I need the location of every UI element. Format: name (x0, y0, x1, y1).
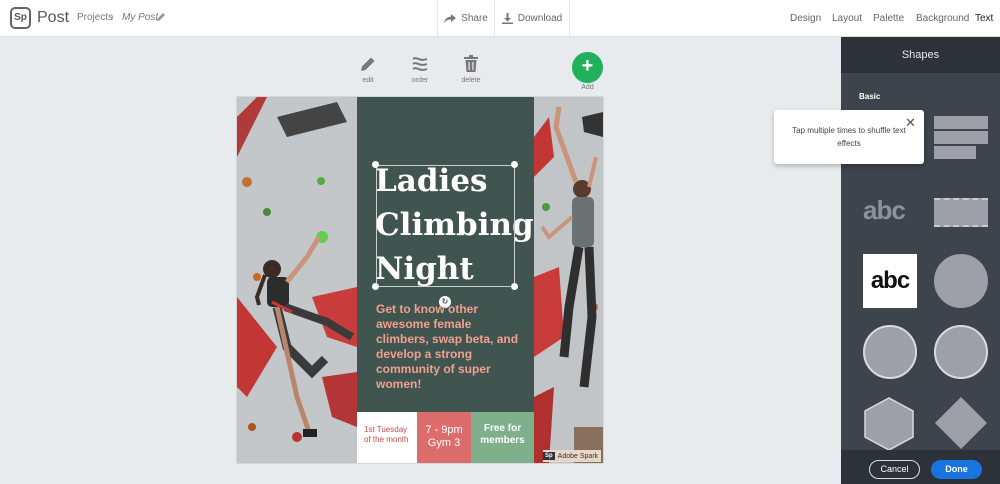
close-icon[interactable]: ✕ (905, 115, 916, 131)
order-label: order (411, 77, 429, 84)
shape-diamond[interactable] (934, 396, 988, 450)
nav-layout[interactable]: Layout (832, 13, 862, 24)
post-canvas[interactable]: Ladies Climbing Night ↻ Get to know othe… (237, 97, 603, 463)
edit-label: edit (362, 77, 374, 84)
order-tool[interactable]: order (405, 55, 435, 84)
share-button[interactable]: Share (438, 0, 494, 37)
download-label: Download (517, 13, 563, 24)
resize-handle[interactable] (372, 283, 379, 290)
plus-icon: + (581, 55, 594, 77)
order-icon (412, 57, 428, 71)
spark-logo: Sp (543, 452, 555, 460)
resize-handle[interactable] (511, 283, 518, 290)
shape-text-box[interactable]: abc (863, 254, 917, 308)
time-cell[interactable]: 7 - 9pm Gym 3 (417, 412, 471, 463)
pencil-icon[interactable] (155, 11, 167, 23)
resize-handle[interactable] (511, 161, 518, 168)
bar-shape (934, 116, 988, 129)
shape-banner[interactable] (934, 198, 988, 227)
share-label: Share (461, 13, 488, 24)
day-cell[interactable]: 1st Tuesday of the month (357, 412, 417, 463)
cancel-button[interactable]: Cancel (869, 460, 920, 479)
app-name: Post (37, 9, 70, 26)
tooltip: Tap multiple times to shuffle text effec… (774, 110, 924, 164)
members-cell[interactable]: Free for members (471, 412, 534, 463)
body-text[interactable]: Get to know other awesome female climber… (376, 302, 526, 392)
app-logo[interactable]: Sp (10, 7, 31, 29)
breadcrumb-projects[interactable]: Projects (77, 12, 113, 23)
panel-title: Shapes (841, 37, 1000, 73)
section-basic: Basic (859, 92, 881, 101)
divider (569, 0, 570, 37)
spark-badge-text: Adobe Spark (557, 452, 599, 460)
add-button[interactable]: + (572, 52, 603, 83)
breadcrumb-current[interactable]: My Post (122, 12, 158, 23)
nav-background[interactable]: Background (916, 13, 969, 24)
edit-tool[interactable]: edit (353, 55, 383, 84)
bar-shape (934, 131, 988, 144)
nav-text[interactable]: Text (975, 13, 993, 24)
tooltip-text: Tap multiple times to shuffle text effec… (792, 126, 906, 148)
shapes-panel: Shapes Basic abc abc Cancel Done (841, 37, 1000, 484)
selection-box[interactable] (376, 165, 515, 287)
shape-text-outline[interactable]: abc (863, 195, 906, 226)
shape-circle[interactable] (934, 254, 988, 308)
pencil-icon (361, 57, 375, 71)
climbing-photo-left[interactable] (237, 97, 357, 463)
download-button[interactable]: Download (495, 0, 569, 37)
nav-design[interactable]: Design (790, 13, 821, 24)
top-bar: Sp Post Projects › My Post Share Downloa… (0, 0, 1000, 37)
add-label: Add (581, 84, 594, 91)
breadcrumb-separator: › (110, 11, 114, 23)
trash-icon (464, 55, 478, 72)
delete-tool[interactable]: delete (456, 55, 486, 84)
delete-label: delete (461, 77, 481, 84)
share-icon (444, 13, 457, 23)
resize-handle[interactable] (372, 161, 379, 168)
nav-palette[interactable]: Palette (873, 13, 904, 24)
adobe-spark-badge: Sp Adobe Spark (543, 450, 602, 462)
bar-shape (934, 146, 976, 159)
done-button[interactable]: Done (931, 460, 982, 479)
climber-illustration (534, 97, 603, 463)
shape-hexagon[interactable] (863, 397, 915, 451)
climbing-photo-right[interactable] (534, 97, 603, 463)
shape-circle-outline[interactable] (863, 325, 917, 379)
shape-circle-ring[interactable] (934, 325, 988, 379)
climber-illustration (237, 97, 357, 463)
download-icon (501, 13, 513, 24)
shape-stacked-bars[interactable] (934, 116, 990, 166)
